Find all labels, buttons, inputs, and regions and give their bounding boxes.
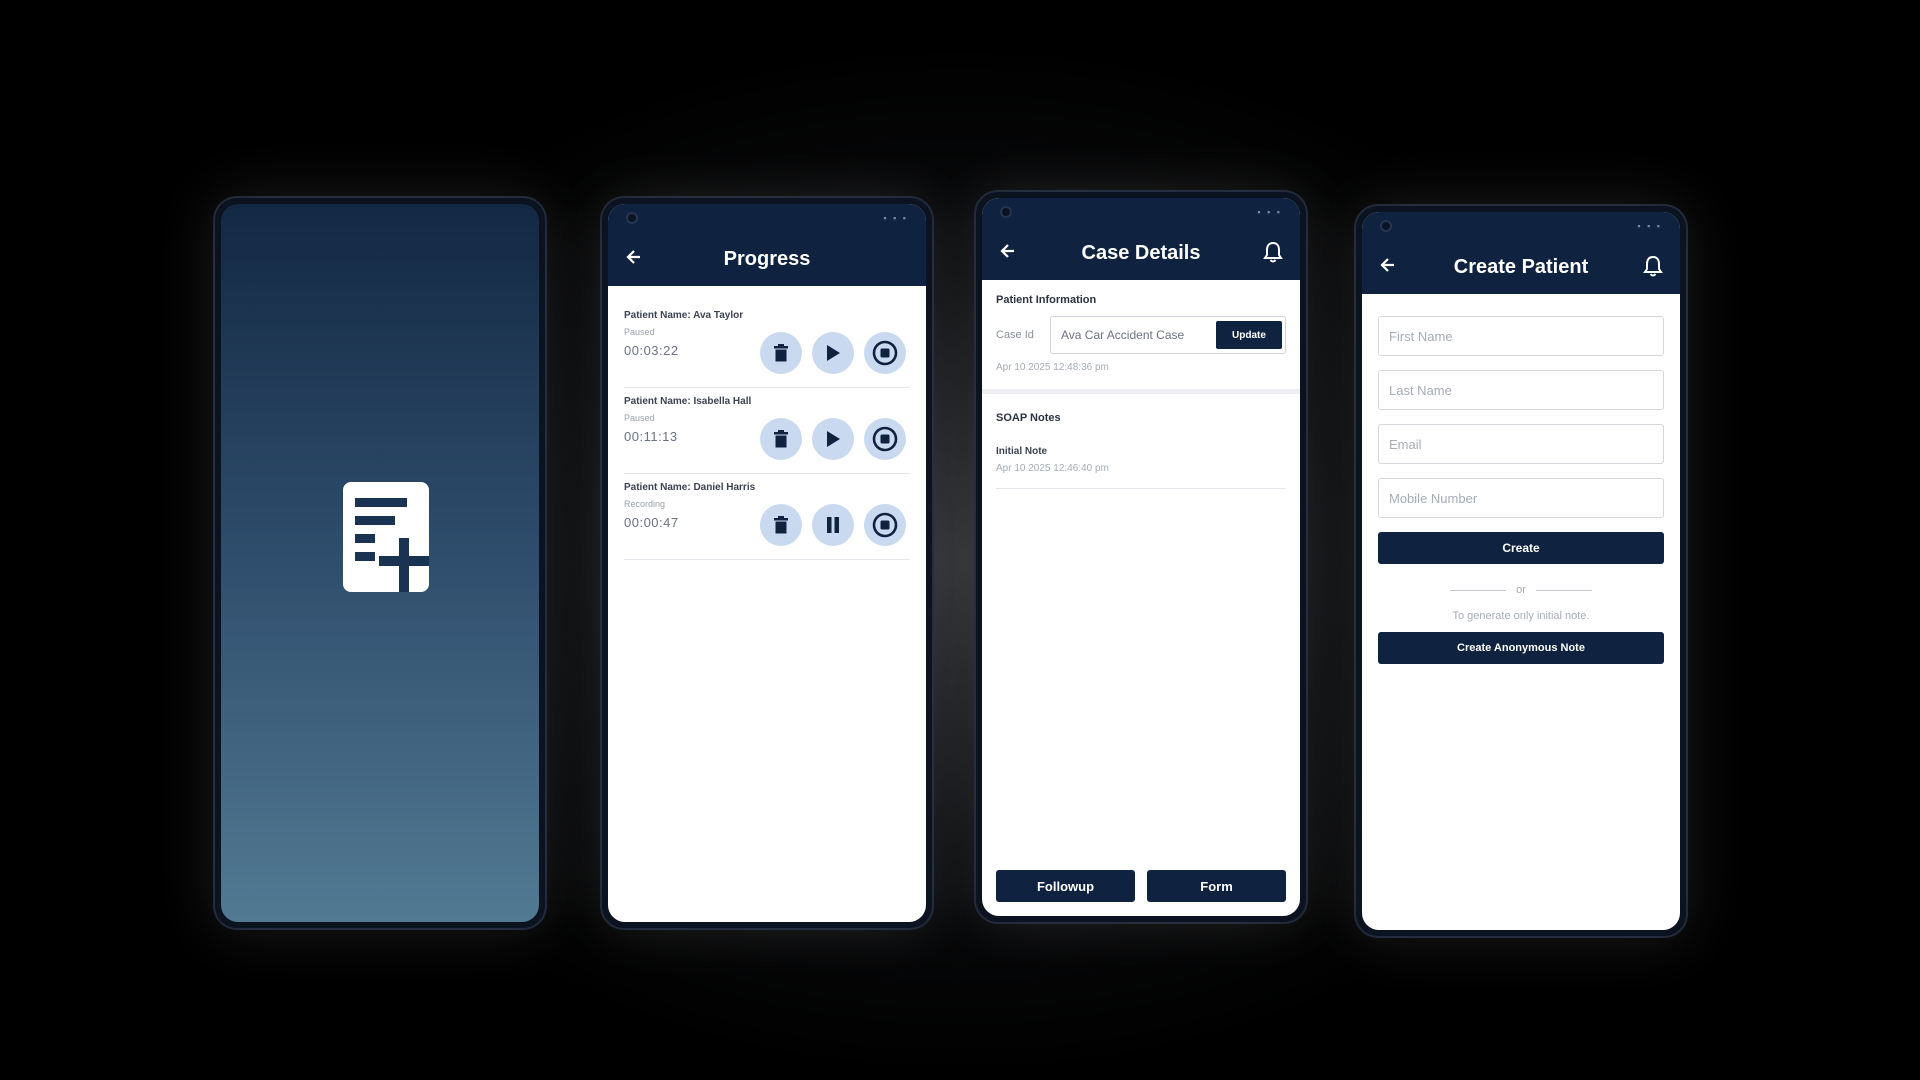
stop-button[interactable] [864,418,906,460]
camera-icon [1380,220,1392,232]
update-button[interactable]: Update [1216,321,1282,349]
page-title: Case Details [1081,241,1201,264]
hint-text: To generate only initial note. [1452,610,1590,622]
recording-list: Patient Name: Ava Taylor Paused 00:03:22 [608,286,926,560]
or-text: or [1516,584,1526,596]
progress-screen: ▪ ▪ ▪ Progress Patient Name: Ava Taylor … [608,204,926,922]
status-bar: ▪ ▪ ▪ [608,204,926,232]
camera-icon [626,212,638,224]
pause-button[interactable] [812,504,854,546]
bell-icon[interactable] [1642,254,1664,278]
play-icon [827,431,840,447]
stop-icon [872,340,898,366]
app-header: ▪ ▪ ▪ Create Patient [1362,212,1680,294]
bell-icon[interactable] [1262,240,1284,264]
stop-icon [872,512,898,538]
note-date: Apr 10 2025 12:46:40 pm [996,463,1109,474]
form-button[interactable]: Form [1147,870,1286,902]
status-bar: ▪ ▪ ▪ [1362,212,1680,240]
delete-button[interactable] [760,504,802,546]
status-icons: ▪ ▪ ▪ [883,213,908,223]
create-patient-screen: ▪ ▪ ▪ Create Patient First Name Last Nam… [1362,212,1680,930]
list-item[interactable]: Patient Name: Isabella Hall Paused 00:11… [624,388,910,474]
case-id-label: Case Id [996,329,1034,341]
note-title[interactable]: Initial Note [996,446,1286,457]
or-separator: or [1378,584,1664,596]
play-button[interactable] [812,332,854,374]
create-anonymous-note-button[interactable]: Create Anonymous Note [1378,632,1664,664]
case-date: Apr 10 2025 12:48:36 pm [996,362,1109,373]
last-name-field[interactable]: Last Name [1378,370,1664,410]
stop-button[interactable] [864,332,906,374]
phone-case-details: ▪ ▪ ▪ Case Details Patient Information C… [976,192,1306,922]
first-name-field[interactable]: First Name [1378,316,1664,356]
trash-icon [774,516,788,534]
divider [996,488,1286,489]
case-details-screen: ▪ ▪ ▪ Case Details Patient Information C… [982,198,1300,916]
mobile-number-field[interactable]: Mobile Number [1378,478,1664,518]
patient-name: Patient Name: Daniel Harris [624,482,756,493]
case-id-input[interactable]: Ava Car Accident Case Update [1050,316,1286,354]
trash-icon [774,430,788,448]
stop-icon [872,426,898,452]
divider [1450,589,1507,591]
patient-name: Patient Name: Isabella Hall [624,396,752,407]
app-header: ▪ ▪ ▪ Progress [608,204,926,286]
list-item[interactable]: Patient Name: Ava Taylor Paused 00:03:22 [624,302,910,388]
splash-screen [221,204,539,922]
pause-icon [827,517,839,533]
create-button[interactable]: Create [1378,532,1664,564]
app-header: ▪ ▪ ▪ Case Details [982,198,1300,280]
section-title: SOAP Notes [996,412,1061,424]
case-id-value: Ava Car Accident Case [1061,328,1185,342]
list-item[interactable]: Patient Name: Daniel Harris Recording 00… [624,474,910,560]
back-arrow-icon[interactable] [624,248,642,266]
play-icon [827,345,840,361]
app-logo-icon [343,482,429,592]
back-arrow-icon[interactable] [1378,256,1396,274]
divider [1535,589,1592,591]
status-icons: ▪ ▪ ▪ [1257,207,1282,217]
section-title: Patient Information [996,294,1097,306]
stop-button[interactable] [864,504,906,546]
status-bar: ▪ ▪ ▪ [982,198,1300,226]
page-title: Progress [723,247,811,270]
back-arrow-icon[interactable] [998,242,1016,260]
patient-info-section: Patient Information Case Id Ava Car Acci… [982,280,1300,373]
phone-progress: ▪ ▪ ▪ Progress Patient Name: Ava Taylor … [602,198,932,928]
delete-button[interactable] [760,418,802,460]
delete-button[interactable] [760,332,802,374]
play-button[interactable] [812,418,854,460]
status-icons: ▪ ▪ ▪ [1637,221,1662,231]
followup-button[interactable]: Followup [996,870,1135,902]
page-title: Create Patient [1453,255,1589,278]
soap-notes-section: SOAP Notes Initial Note Apr 10 2025 12:4… [982,394,1300,489]
camera-icon [1000,206,1012,218]
create-patient-form: First Name Last Name Email Mobile Number… [1362,294,1680,664]
phone-splash [215,198,545,928]
patient-name: Patient Name: Ava Taylor [624,310,744,321]
email-field[interactable]: Email [1378,424,1664,464]
phone-create-patient: ▪ ▪ ▪ Create Patient First Name Last Nam… [1356,206,1686,936]
trash-icon [774,344,788,362]
